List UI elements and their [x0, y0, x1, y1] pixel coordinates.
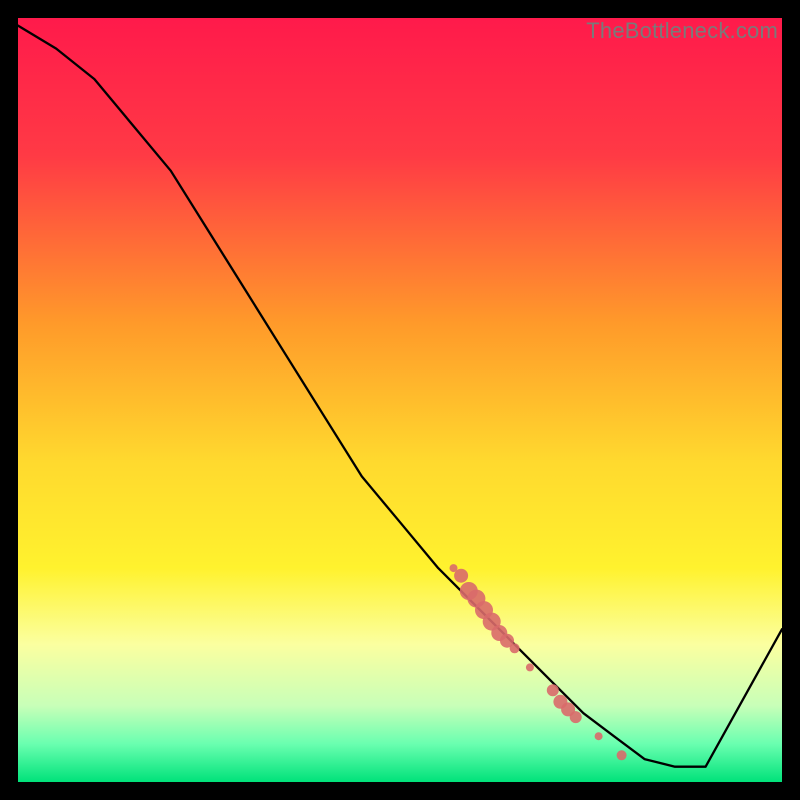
highlight-dot	[570, 711, 582, 723]
highlight-dot	[454, 569, 468, 583]
highlight-dot	[510, 643, 520, 653]
watermark-text: TheBottleneck.com	[586, 18, 778, 44]
gradient-background	[18, 18, 782, 782]
bottleneck-chart	[18, 18, 782, 782]
highlight-dot	[526, 663, 534, 671]
highlight-dot	[547, 684, 559, 696]
highlight-dot	[595, 732, 603, 740]
highlight-dot	[617, 750, 627, 760]
chart-frame: TheBottleneck.com	[18, 18, 782, 782]
